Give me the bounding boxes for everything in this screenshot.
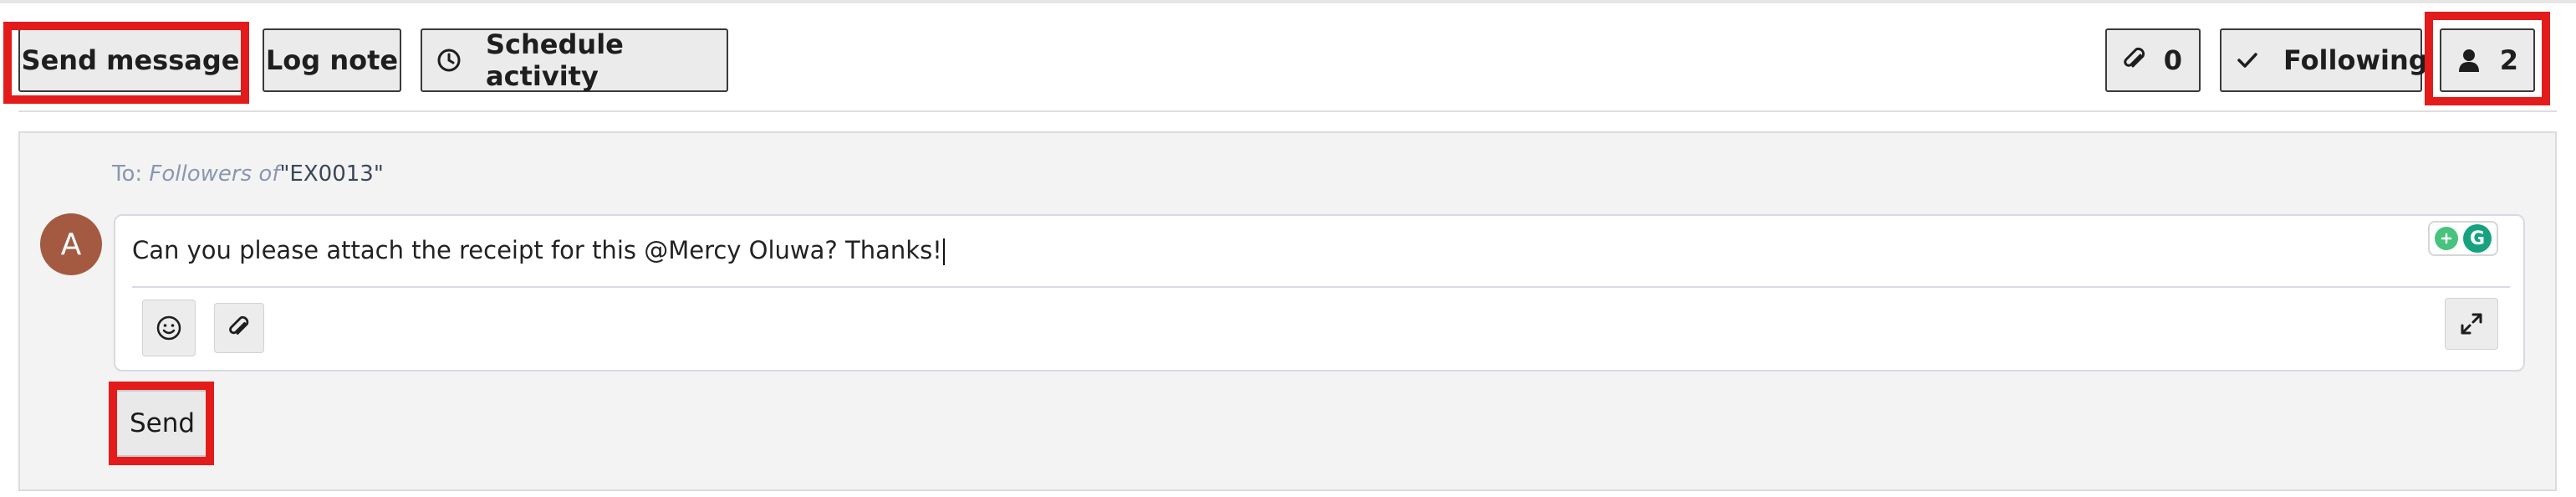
log-note-label: Log note xyxy=(265,44,399,76)
schedule-activity-label: Schedule activity xyxy=(486,28,624,92)
grammarly-icon[interactable]: G xyxy=(2463,224,2492,253)
text-caret xyxy=(942,238,945,265)
following-label: Following xyxy=(2283,44,2428,76)
message-content: Can you please attach the receipt for th… xyxy=(132,236,942,264)
paperclip-icon xyxy=(2122,47,2147,74)
smiley-icon xyxy=(156,315,182,341)
recipients-record: "EX0013" xyxy=(279,161,384,187)
avatar-letter: A xyxy=(60,227,82,262)
recipients-line: To: Followers of"EX0013" xyxy=(112,161,384,187)
attachments-count: 0 xyxy=(2163,44,2182,76)
top-border xyxy=(0,0,2576,3)
attachments-button[interactable]: 0 xyxy=(2105,28,2201,92)
clock-icon xyxy=(436,47,462,74)
editor-separator xyxy=(132,286,2510,288)
lightbulb-icon[interactable] xyxy=(2435,227,2458,250)
expand-icon xyxy=(2459,311,2484,336)
highlight-followers xyxy=(2425,12,2550,105)
avatar: A xyxy=(40,213,102,275)
log-note-button[interactable]: Log note xyxy=(263,28,401,92)
check-icon xyxy=(2237,51,2258,69)
expand-editor-button[interactable] xyxy=(2445,298,2498,350)
highlight-send-message xyxy=(3,22,249,104)
highlight-send xyxy=(109,382,214,465)
grammarly-widget[interactable]: G xyxy=(2428,221,2498,256)
recipients-followers-of: Followers of xyxy=(149,161,280,187)
toolbar-divider xyxy=(18,110,2557,112)
schedule-activity-button[interactable]: Schedule activity xyxy=(421,28,728,92)
following-button[interactable]: Following xyxy=(2220,28,2428,92)
attach-file-button[interactable] xyxy=(214,303,264,353)
paperclip-icon xyxy=(227,315,251,341)
emoji-button[interactable] xyxy=(142,300,196,356)
message-text[interactable]: Can you please attach the receipt for th… xyxy=(132,236,945,265)
recipients-to: To: xyxy=(112,161,143,187)
